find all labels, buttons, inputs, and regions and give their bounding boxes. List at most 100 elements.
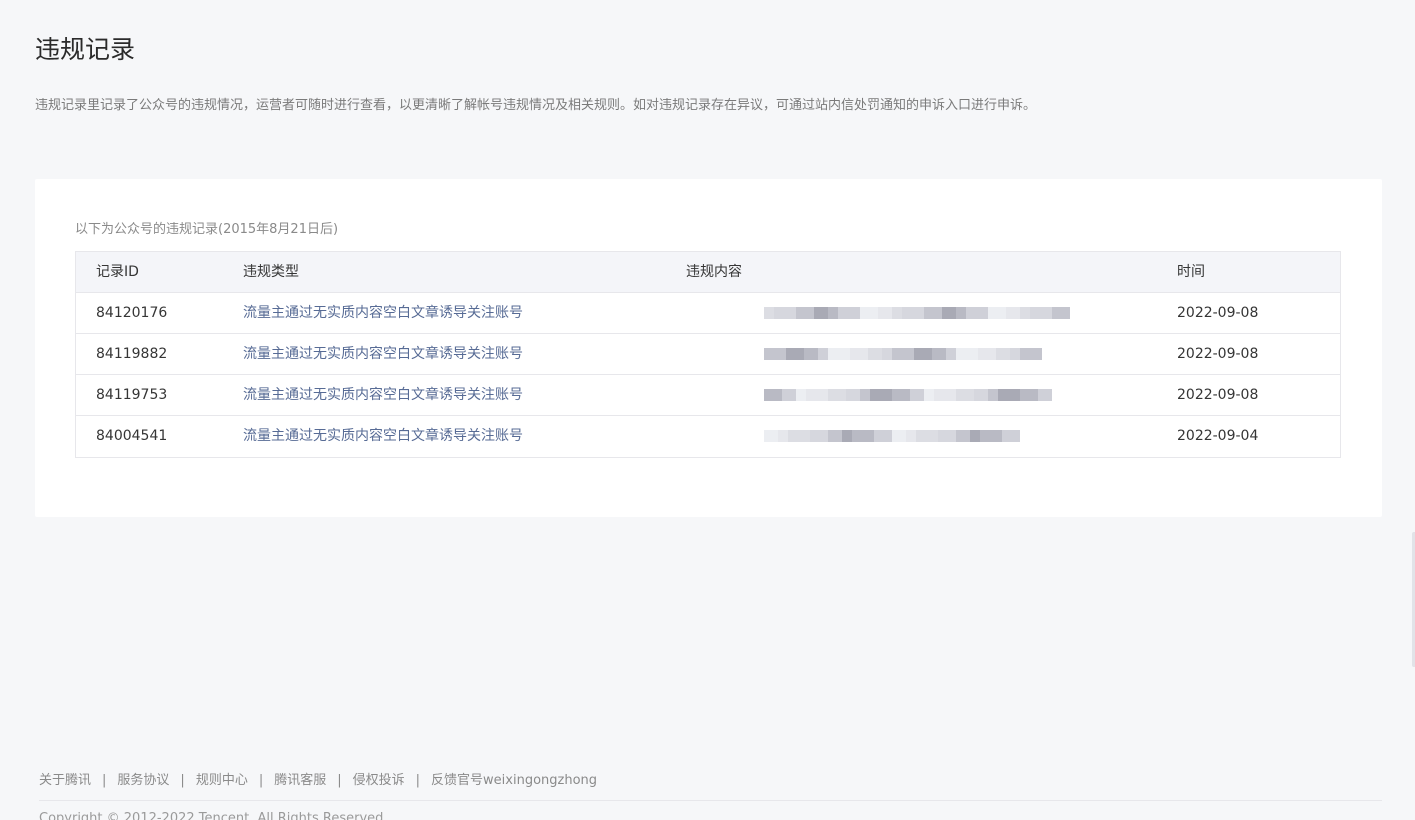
redaction-block bbox=[860, 307, 878, 319]
redaction-block bbox=[850, 348, 868, 360]
footer-link-about[interactable]: 关于腾讯 bbox=[39, 773, 91, 788]
redaction-block bbox=[980, 430, 1002, 442]
redacted-content bbox=[662, 375, 1052, 415]
redaction-block bbox=[974, 389, 988, 401]
redaction-block bbox=[846, 389, 860, 401]
footer-link-customer-service[interactable]: 腾讯客服 bbox=[274, 773, 326, 788]
redaction-block bbox=[860, 389, 870, 401]
table-header-row: 记录ID 违规类型 违规内容 时间 bbox=[76, 252, 1340, 293]
redaction-block bbox=[956, 430, 970, 442]
redaction-block bbox=[978, 348, 996, 360]
record-time: 2022-09-08 bbox=[1177, 346, 1259, 362]
redaction-block bbox=[868, 348, 882, 360]
footer-link-feedback[interactable]: 反馈官号weixingongzhong bbox=[431, 773, 597, 788]
redaction-block bbox=[1020, 389, 1038, 401]
redaction-block bbox=[804, 348, 818, 360]
redaction-block bbox=[970, 430, 980, 442]
redaction-block bbox=[988, 389, 998, 401]
redaction-block bbox=[796, 389, 806, 401]
redaction-block bbox=[956, 307, 966, 319]
record-id: 84119753 bbox=[96, 387, 168, 403]
redaction-block bbox=[842, 430, 852, 442]
footer-link-rules-center[interactable]: 规则中心 bbox=[196, 773, 248, 788]
violation-type-link[interactable]: 流量主通过无实质内容空白文章诱导关注账号 bbox=[243, 293, 523, 333]
redaction-block bbox=[1020, 348, 1042, 360]
redaction-block bbox=[914, 348, 932, 360]
column-header-type: 违规类型 bbox=[243, 264, 299, 280]
record-id: 84119882 bbox=[96, 346, 168, 362]
redaction-block bbox=[778, 430, 788, 442]
column-header-time: 时间 bbox=[1177, 264, 1205, 280]
redaction-block bbox=[764, 389, 782, 401]
redaction-block bbox=[902, 307, 924, 319]
redaction-block bbox=[916, 430, 938, 442]
redaction-block bbox=[870, 389, 892, 401]
redaction-block bbox=[892, 389, 910, 401]
redaction-block bbox=[892, 307, 902, 319]
redaction-block bbox=[874, 430, 892, 442]
page-title: 违规记录 bbox=[35, 35, 136, 64]
footer-link-infringement[interactable]: 侵权投诉 bbox=[353, 773, 405, 788]
record-time: 2022-09-08 bbox=[1177, 387, 1259, 403]
redaction-block bbox=[998, 389, 1020, 401]
redaction-block bbox=[956, 348, 978, 360]
redaction-block bbox=[852, 430, 874, 442]
table-row: 84119753 流量主通过无实质内容空白文章诱导关注账号 2022-09-08 bbox=[76, 375, 1340, 416]
table-row: 84004541 流量主通过无实质内容空白文章诱导关注账号 2022-09-04 bbox=[76, 416, 1340, 457]
redaction-block bbox=[932, 348, 946, 360]
redaction-block bbox=[818, 348, 828, 360]
redaction-block bbox=[1038, 389, 1052, 401]
redaction-block bbox=[1052, 307, 1070, 319]
redaction-block bbox=[892, 348, 914, 360]
page-description: 违规记录里记录了公众号的违规情况，运营者可随时进行查看，以更清晰了解帐号违规情况… bbox=[35, 98, 1037, 113]
footer-separator: | bbox=[415, 773, 421, 788]
redaction-block bbox=[786, 348, 804, 360]
violation-records-card: 以下为公众号的违规记录(2015年8月21日后) 记录ID 违规类型 违规内容 … bbox=[35, 179, 1382, 517]
redaction-block bbox=[924, 307, 942, 319]
redacted-content bbox=[662, 293, 1070, 333]
redaction-block bbox=[882, 348, 892, 360]
redaction-block bbox=[828, 430, 842, 442]
table-row: 84120176 流量主通过无实质内容空白文章诱导关注账号 2022-09-08 bbox=[76, 293, 1340, 334]
records-subtitle: 以下为公众号的违规记录(2015年8月21日后) bbox=[75, 222, 339, 237]
redaction-block bbox=[806, 389, 828, 401]
redaction-block bbox=[796, 307, 814, 319]
redaction-block bbox=[906, 430, 916, 442]
record-time: 2022-09-04 bbox=[1177, 428, 1259, 444]
redaction-block bbox=[828, 348, 850, 360]
redaction-block bbox=[810, 430, 828, 442]
footer-separator: | bbox=[102, 773, 107, 788]
footer-separator: | bbox=[180, 773, 185, 788]
redaction-block bbox=[814, 307, 828, 319]
redaction-block bbox=[934, 389, 956, 401]
redaction-block bbox=[942, 307, 956, 319]
redaction-block bbox=[764, 348, 786, 360]
redaction-block bbox=[1002, 430, 1020, 442]
record-time: 2022-09-08 bbox=[1177, 305, 1259, 321]
page: 违规记录 违规记录里记录了公众号的违规情况，运营者可随时进行查看，以更清晰了解帐… bbox=[0, 0, 1415, 820]
copyright: Copyright © 2012-2022 Tencent. All Right… bbox=[39, 811, 388, 820]
redaction-block bbox=[788, 430, 810, 442]
redaction-block bbox=[1020, 307, 1030, 319]
footer-separator: | bbox=[258, 773, 264, 788]
record-id: 84004541 bbox=[96, 428, 168, 444]
redaction-block bbox=[996, 348, 1010, 360]
redacted-content bbox=[662, 416, 1020, 456]
redaction-block bbox=[764, 430, 778, 442]
redaction-block bbox=[828, 307, 838, 319]
redaction-block bbox=[966, 307, 988, 319]
redaction-block bbox=[1006, 307, 1020, 319]
redaction-block bbox=[946, 348, 956, 360]
footer-separator: | bbox=[337, 773, 342, 788]
footer-link-service-agreement[interactable]: 服务协议 bbox=[117, 773, 169, 788]
violation-type-link[interactable]: 流量主通过无实质内容空白文章诱导关注账号 bbox=[243, 375, 523, 415]
violation-type-link[interactable]: 流量主通过无实质内容空白文章诱导关注账号 bbox=[243, 334, 523, 374]
footer-divider bbox=[39, 800, 1382, 801]
violation-records-table: 记录ID 违规类型 违规内容 时间 84120176 流量主通过无实质内容空白文… bbox=[75, 251, 1341, 458]
column-header-id: 记录ID bbox=[96, 264, 139, 280]
violation-type-link[interactable]: 流量主通过无实质内容空白文章诱导关注账号 bbox=[243, 416, 523, 456]
redaction-block bbox=[838, 307, 860, 319]
table-row: 84119882 流量主通过无实质内容空白文章诱导关注账号 2022-09-08 bbox=[76, 334, 1340, 375]
redaction-block bbox=[910, 389, 924, 401]
redaction-block bbox=[988, 307, 1006, 319]
